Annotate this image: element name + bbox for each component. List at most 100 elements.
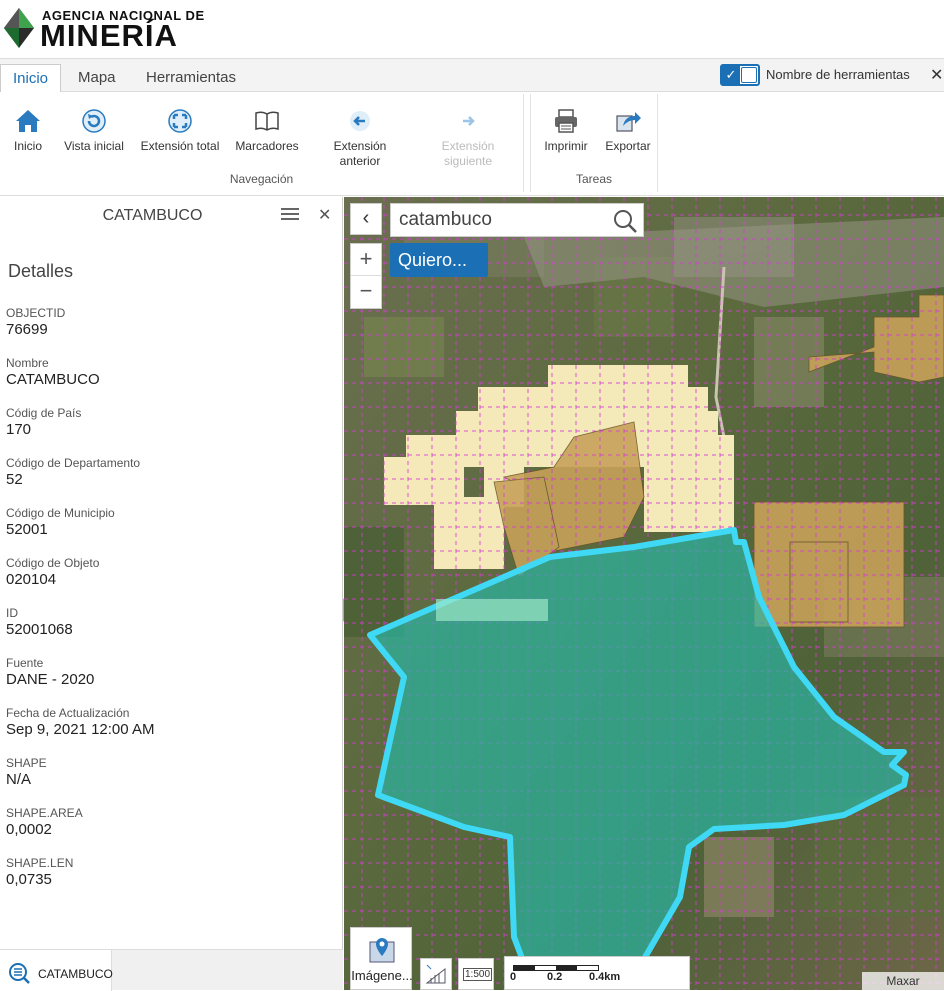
ribbon-toolbar: Inicio Vista inicial Extensión total Mar…	[0, 92, 944, 196]
attribute-row: Código de Departamento 52	[6, 455, 336, 505]
attribute-label: SHAPE.AREA	[6, 806, 83, 820]
results-tab-label: CATAMBUCO	[38, 967, 113, 981]
full-extent-label: Extensión total	[140, 139, 220, 153]
scale-text-button[interactable]: 1:500	[458, 958, 494, 990]
measure-grid-icon	[425, 964, 446, 984]
export-label: Exportar	[605, 139, 651, 153]
next-extent-label-2: siguiente	[443, 154, 493, 168]
refresh-icon	[82, 109, 106, 133]
print-button[interactable]: Imprimir	[541, 108, 591, 154]
attribute-label: Código de Objeto	[6, 556, 100, 570]
attribute-value: DANE - 2020	[6, 671, 95, 688]
list-search-icon	[9, 963, 30, 984]
attribute-label: Códig de País	[6, 406, 82, 420]
previous-extent-label-1: Extensión	[333, 139, 387, 153]
scale-text-label: 1:500	[463, 968, 493, 981]
close-icon[interactable]: ✕	[930, 65, 943, 85]
attribute-value: 52001068	[6, 621, 73, 638]
tool-names-toggle[interactable]: ✓	[720, 64, 760, 86]
attribute-row: ID 52001068	[6, 605, 336, 655]
attribute-value: Sep 9, 2021 12:00 AM	[6, 721, 155, 738]
map-view[interactable]: ‹ + − Quiero... Imágene... 1:500	[344, 197, 944, 990]
previous-extent-button[interactable]: Extensión anterior	[328, 108, 392, 169]
attribute-label: Fecha de Actualización	[6, 706, 130, 720]
attribute-list: OBJECTID 76699 Nombre CATAMBUCO Códig de Paí…	[6, 305, 336, 905]
search-icon[interactable]	[613, 209, 637, 233]
zoom-in-button[interactable]: +	[351, 244, 381, 276]
scale-tick-0: 0	[510, 971, 517, 983]
next-extent-button[interactable]: Extensión siguiente	[436, 108, 500, 169]
full-extent-icon	[168, 109, 192, 133]
basemap-gallery-button[interactable]: Imágene...	[350, 927, 413, 990]
map-pin-icon	[369, 938, 395, 963]
panel-title: CATAMBUCO	[102, 207, 203, 224]
navigation-group-label: Navegación	[229, 172, 294, 186]
attribute-label: OBJECTID	[6, 306, 66, 320]
logo-text-main: MINERÍA	[40, 18, 178, 53]
zoom-out-button[interactable]: −	[351, 276, 381, 308]
home-label: Inicio	[13, 139, 42, 153]
bookmarks-button[interactable]: Marcadores	[234, 108, 300, 154]
attribute-row: SHAPE.LEN 0,0735	[6, 855, 336, 905]
attribute-label: SHAPE	[6, 756, 47, 770]
attribute-label: Nombre	[6, 356, 49, 370]
tool-names-toggle-label: Nombre de herramientas	[766, 67, 910, 82]
print-label: Imprimir	[544, 139, 588, 153]
home-icon	[16, 110, 40, 132]
attribute-value: 020104	[6, 571, 57, 588]
tasks-group: Imprimir Exportar Tareas	[530, 94, 658, 192]
collapse-panel-button[interactable]: ‹	[350, 203, 382, 235]
map-attribution: Maxar	[862, 972, 944, 990]
check-icon: ✓	[722, 66, 740, 84]
attribute-label: ID	[6, 606, 18, 620]
initial-view-button[interactable]: Vista inicial	[62, 108, 126, 154]
map-canvas[interactable]	[344, 197, 944, 990]
arrow-left-icon	[350, 111, 370, 131]
details-panel: CATAMBUCO ✕ Detalles OBJECTID 76699 Nombre…	[0, 197, 343, 991]
tab-mapa[interactable]: Mapa	[66, 64, 128, 94]
attribute-row: Nombre CATAMBUCO	[6, 355, 336, 405]
arrow-right-icon	[463, 116, 475, 126]
attribute-value: N/A	[6, 771, 32, 788]
attribute-row: Fuente DANE - 2020	[6, 655, 336, 705]
ribbon-tab-bar: Inicio Mapa Herramientas ✓ Nombre de her…	[0, 58, 944, 94]
close-icon[interactable]: ✕	[318, 205, 331, 225]
results-tab[interactable]: CATAMBUCO	[0, 950, 113, 991]
initial-view-label: Vista inicial	[64, 139, 124, 153]
panel-footer: CATAMBUCO	[0, 949, 343, 991]
search-input[interactable]	[391, 204, 605, 236]
full-extent-button[interactable]: Extensión total	[140, 108, 220, 154]
attribute-row: SHAPE.AREA 0,0002	[6, 805, 336, 855]
zoom-control: + −	[350, 243, 382, 309]
attribute-row: Código de Objeto 020104	[6, 555, 336, 605]
tasks-group-label: Tareas	[575, 172, 613, 186]
navigation-group: Inicio Vista inicial Extensión total Mar…	[0, 94, 524, 192]
home-button[interactable]: Inicio	[8, 108, 48, 154]
menu-icon[interactable]	[281, 208, 299, 222]
attribute-value: 0,0735	[6, 871, 52, 888]
attribute-row: Fecha de Actualización Sep 9, 2021 12:00 …	[6, 705, 336, 755]
logo: AGENCIA NACIONAL DE MINERÍA	[4, 6, 204, 53]
measure-button[interactable]	[420, 958, 452, 990]
attribute-label: Código de Departamento	[6, 456, 141, 470]
quiero-menu-button[interactable]: Quiero...	[390, 243, 488, 277]
app-header: AGENCIA NACIONAL DE MINERÍA	[0, 0, 944, 58]
export-button[interactable]: Exportar	[603, 108, 653, 154]
printer-icon	[555, 109, 577, 133]
scale-bar: 0 0.2 0.4km	[504, 956, 690, 990]
export-icon	[616, 112, 641, 132]
book-icon	[255, 111, 279, 131]
scale-tick-2: 0.4km	[589, 971, 621, 983]
search-box	[390, 203, 644, 237]
attribute-label: Código de Municipio	[6, 506, 115, 520]
attribute-value: CATAMBUCO	[6, 371, 100, 388]
previous-extent-label-2: anterior	[339, 154, 381, 168]
tab-herramientas[interactable]: Herramientas	[134, 64, 248, 94]
attribute-label: SHAPE.LEN	[6, 856, 74, 870]
attribute-value: 170	[6, 421, 32, 438]
toggle-knob	[741, 67, 757, 83]
attribute-row: Código de Municipio 52001	[6, 505, 336, 555]
attribute-row: SHAPE N/A	[6, 755, 336, 805]
tab-inicio[interactable]: Inicio	[0, 64, 62, 94]
attribute-value: 52	[6, 471, 23, 488]
